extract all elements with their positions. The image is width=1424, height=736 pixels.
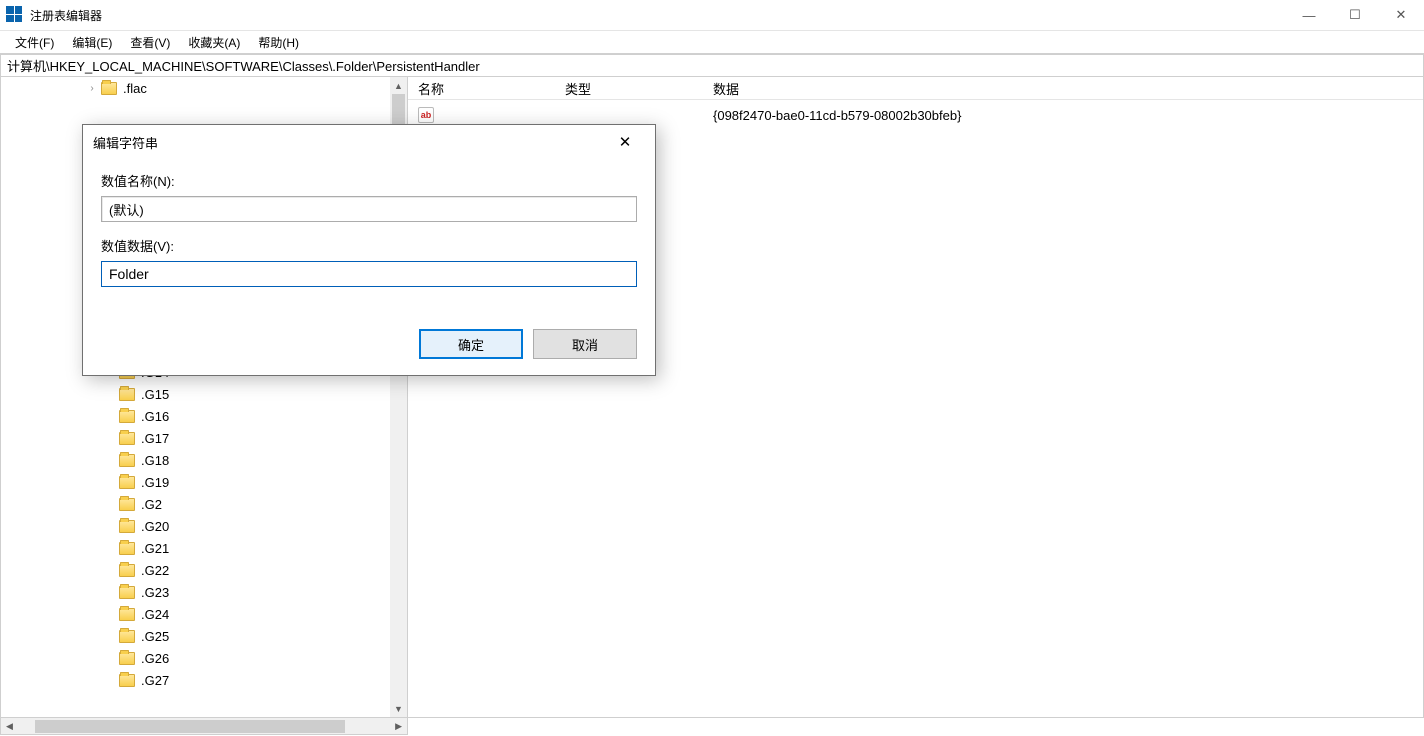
scroll-right-arrow-icon[interactable]: ▶: [390, 718, 407, 735]
tree-item[interactable]: .G18: [1, 449, 390, 471]
folder-icon: [119, 432, 135, 445]
folder-icon: [119, 564, 135, 577]
tree-item[interactable]: .G21: [1, 537, 390, 559]
tree-item-label: .G17: [141, 431, 169, 446]
value-name-label: 数值名称(N):: [101, 171, 637, 190]
folder-icon: [119, 630, 135, 643]
tree-item[interactable]: .G23: [1, 581, 390, 603]
tree-item-label: .G27: [141, 673, 169, 688]
tree-item[interactable]: .G27: [1, 669, 390, 691]
list-item[interactable]: ab {098f2470-bae0-11cd-b579-08002b30bfeb…: [408, 104, 1423, 126]
tree-item-label: .G23: [141, 585, 169, 600]
folder-icon: [119, 498, 135, 511]
window-titlebar: 注册表编辑器 — ☐ ✕: [0, 0, 1424, 31]
edit-string-dialog: 编辑字符串 ✕ 数值名称(N): (默认) 数值数据(V): 确定 取消: [82, 124, 656, 376]
menu-favorites[interactable]: 收藏夹(A): [179, 32, 249, 53]
scroll-down-arrow-icon[interactable]: ▼: [390, 700, 407, 717]
tree-item-label: .G16: [141, 409, 169, 424]
tree-item-label: .G2: [141, 497, 162, 512]
tree-item[interactable]: .G24: [1, 603, 390, 625]
tree-item[interactable]: .G17: [1, 427, 390, 449]
value-name-text: (默认): [109, 200, 144, 219]
folder-icon: [119, 674, 135, 687]
menu-edit[interactable]: 编辑(E): [63, 32, 121, 53]
tree-item-label: .flac: [123, 81, 147, 96]
tree-item-label: .G15: [141, 387, 169, 402]
cell-data: {098f2470-bae0-11cd-b579-08002b30bfeb}: [703, 108, 1423, 123]
tree-item-label: .G24: [141, 607, 169, 622]
tree-item-label: .G21: [141, 541, 169, 556]
dialog-button-row: 确定 取消: [83, 315, 655, 375]
menubar: 文件(F) 编辑(E) 查看(V) 收藏夹(A) 帮助(H): [0, 31, 1424, 54]
dialog-titlebar[interactable]: 编辑字符串 ✕: [83, 125, 655, 159]
menu-view[interactable]: 查看(V): [121, 32, 179, 53]
cancel-button[interactable]: 取消: [533, 329, 637, 359]
tree-item[interactable]: .G22: [1, 559, 390, 581]
scroll-thumb[interactable]: [392, 94, 405, 128]
folder-icon: [119, 454, 135, 467]
hscroll-thumb[interactable]: [35, 720, 345, 733]
tree-item-label: .G18: [141, 453, 169, 468]
hscroll-track[interactable]: [18, 718, 390, 735]
tree-item[interactable]: .G2: [1, 493, 390, 515]
tree-item[interactable]: .G25: [1, 625, 390, 647]
address-bar[interactable]: 计算机\HKEY_LOCAL_MACHINE\SOFTWARE\Classes\…: [0, 54, 1424, 77]
folder-icon: [119, 520, 135, 533]
minimize-button[interactable]: —: [1286, 0, 1332, 31]
folder-icon: [119, 388, 135, 401]
tree-item-label: .G20: [141, 519, 169, 534]
close-icon: ✕: [619, 133, 632, 151]
ok-button[interactable]: 确定: [419, 329, 523, 359]
tree-item-label: .G26: [141, 651, 169, 666]
folder-icon: [119, 476, 135, 489]
value-data-field[interactable]: [101, 261, 637, 287]
folder-icon: [119, 608, 135, 621]
tree-item[interactable]: .G16: [1, 405, 390, 427]
folder-icon: [119, 652, 135, 665]
col-header-type[interactable]: 类型: [555, 79, 703, 98]
tree-item-label: .G22: [141, 563, 169, 578]
tree-item-label: .G25: [141, 629, 169, 644]
string-value-icon: ab: [418, 107, 434, 123]
tree-item[interactable]: .G26: [1, 647, 390, 669]
tree-item-label: .G19: [141, 475, 169, 490]
dialog-title: 编辑字符串: [93, 133, 158, 152]
folder-icon: [119, 410, 135, 423]
scroll-left-arrow-icon[interactable]: ◀: [1, 718, 18, 735]
menu-help[interactable]: 帮助(H): [249, 32, 308, 53]
dialog-body: 数值名称(N): (默认) 数值数据(V):: [83, 159, 655, 315]
app-icon: [6, 6, 24, 24]
window-controls: — ☐ ✕: [1286, 0, 1424, 31]
folder-icon: [101, 82, 117, 95]
folder-icon: [119, 586, 135, 599]
window-title: 注册表编辑器: [30, 7, 102, 24]
col-header-name[interactable]: 名称: [408, 79, 555, 98]
value-data-label: 数值数据(V):: [101, 236, 637, 255]
tree-item[interactable]: .G19: [1, 471, 390, 493]
cell-name: ab: [408, 107, 555, 123]
list-header: 名称 类型 数据: [408, 77, 1423, 100]
dialog-close-button[interactable]: ✕: [605, 128, 645, 156]
close-button[interactable]: ✕: [1378, 0, 1424, 31]
expand-chevron-icon[interactable]: ›: [85, 83, 99, 94]
tree-item[interactable]: › .flac: [1, 77, 390, 99]
tree-horizontal-scrollbar[interactable]: ◀ ▶: [0, 718, 408, 735]
col-header-data[interactable]: 数据: [703, 79, 1423, 98]
tree-item[interactable]: .G15: [1, 383, 390, 405]
value-name-field: (默认): [101, 196, 637, 222]
maximize-button[interactable]: ☐: [1332, 0, 1378, 31]
menu-file[interactable]: 文件(F): [6, 32, 63, 53]
tree-item[interactable]: .G20: [1, 515, 390, 537]
list-body: ab {098f2470-bae0-11cd-b579-08002b30bfeb…: [408, 100, 1423, 126]
scroll-up-arrow-icon[interactable]: ▲: [390, 77, 407, 94]
folder-icon: [119, 542, 135, 555]
